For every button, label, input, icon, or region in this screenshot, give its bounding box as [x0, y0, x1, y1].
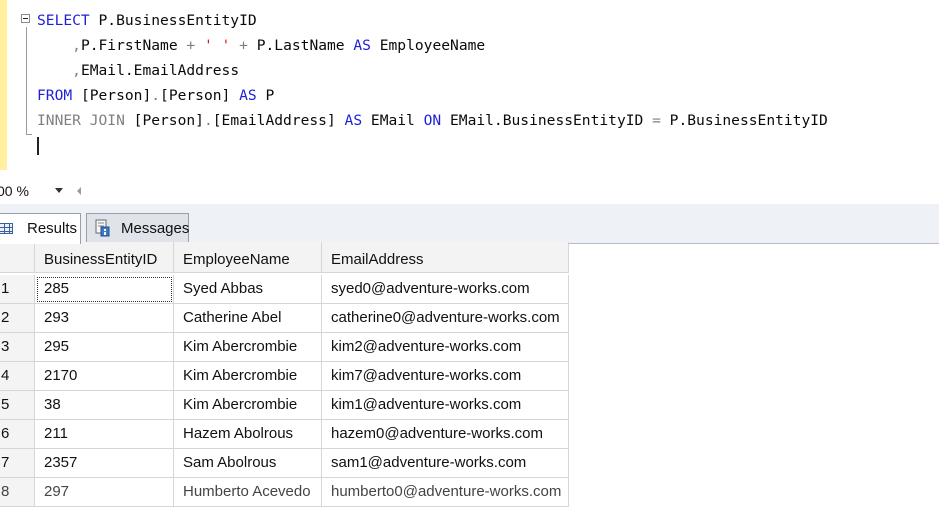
results-tab-strip: Results Messages — [0, 204, 939, 244]
cell-emailaddress[interactable]: kim1@adventure-works.com — [322, 391, 569, 420]
zoom-level[interactable]: 00 % — [0, 183, 29, 199]
grid-icon — [0, 223, 13, 234]
query-editor[interactable]: SELECT P.BusinessEntityID ,P.FirstName +… — [0, 0, 939, 178]
code-text: P.BusinessEntityID — [89, 12, 257, 29]
code-text: [Person] — [72, 87, 152, 104]
code-text: [Person] — [160, 87, 240, 104]
cell-businessentityid[interactable]: 285 — [35, 275, 174, 304]
keyword-join: INNER JOIN — [37, 112, 125, 129]
code-text: P.FirstName — [80, 37, 187, 54]
cell-businessentityid[interactable]: 2357 — [35, 449, 174, 478]
column-header-employeename[interactable]: EmployeeName — [174, 242, 322, 273]
code-line-5: INNER JOIN [Person].[EmailAddress] AS EM… — [37, 111, 828, 131]
code-text: EmployeeName — [370, 37, 486, 54]
code-text: [EmailAddress] — [212, 112, 345, 129]
code-line-4: FROM [Person].[Person] AS P — [37, 86, 274, 106]
keyword: AS — [344, 112, 363, 129]
code-text: P.BusinessEntityID — [660, 112, 828, 129]
row-number[interactable]: 1 — [0, 275, 35, 304]
cell-businessentityid[interactable]: 38 — [35, 391, 174, 420]
zoom-bar: 00 % — [0, 178, 939, 205]
collapse-toggle-icon[interactable] — [21, 14, 30, 23]
change-margin — [0, 0, 19, 170]
code-text: [Person] — [124, 112, 204, 129]
cell-emailaddress[interactable]: catherine0@adventure-works.com — [322, 304, 569, 333]
keyword: ON — [423, 112, 442, 129]
code-text: P — [256, 87, 275, 104]
cell-emailaddress[interactable]: hazem0@adventure-works.com — [322, 420, 569, 449]
cell-employeename[interactable]: Catherine Abel — [174, 304, 322, 333]
tab-results-label: Results — [27, 220, 78, 237]
operator: + — [239, 37, 248, 54]
row-number[interactable]: 2 — [0, 304, 35, 333]
code-text: P.LastName — [247, 37, 354, 54]
operator: + — [186, 37, 196, 54]
operator: , — [72, 62, 81, 79]
row-number[interactable]: 5 — [0, 391, 35, 420]
operator: , — [72, 37, 81, 54]
messages-icon — [95, 219, 110, 237]
cell-employeename[interactable]: Humberto Acevedo — [174, 478, 322, 507]
cell-employeename[interactable]: Kim Abercrombie — [174, 391, 322, 420]
tab-messages-label: Messages — [121, 220, 190, 237]
cell-businessentityid[interactable]: 2170 — [35, 362, 174, 391]
code-text: EMail.EmailAddress — [80, 62, 240, 79]
text-cursor — [37, 137, 39, 155]
zoom-dropdown-icon[interactable] — [55, 188, 63, 193]
cell-businessentityid[interactable]: 297 — [35, 478, 174, 507]
row-number[interactable]: 8 — [0, 478, 35, 507]
keyword: AS — [353, 37, 371, 54]
column-header-businessentityid[interactable]: BusinessEntityID — [35, 242, 174, 273]
cell-employeename[interactable]: Hazem Abolrous — [174, 420, 322, 449]
code-text: EMail.BusinessEntityID — [441, 112, 653, 129]
cell-emailaddress[interactable]: humberto0@adventure-works.com — [322, 478, 569, 507]
keyword: SELECT — [37, 12, 90, 29]
cell-employeename[interactable]: Kim Abercrombie — [174, 333, 322, 362]
tab-messages[interactable]: Messages — [86, 213, 189, 243]
keyword: FROM — [37, 87, 73, 104]
row-number[interactable]: 7 — [0, 449, 35, 478]
cell-emailaddress[interactable]: syed0@adventure-works.com — [322, 275, 569, 304]
cell-businessentityid[interactable]: 293 — [35, 304, 174, 333]
row-number[interactable]: 4 — [0, 362, 35, 391]
scroll-left-icon[interactable] — [77, 187, 81, 195]
code-line-2: ,P.FirstName + ' ' + P.LastName AS Emplo… — [37, 36, 485, 56]
string-literal: ' ' — [203, 37, 231, 54]
code-line-3: ,EMail.EmailAddress — [37, 61, 239, 81]
keyword: AS — [239, 87, 257, 104]
row-number[interactable]: 6 — [0, 420, 35, 449]
cell-emailaddress[interactable]: kim7@adventure-works.com — [322, 362, 569, 391]
cell-emailaddress[interactable]: kim2@adventure-works.com — [322, 333, 569, 362]
cell-employeename[interactable]: Sam Abolrous — [174, 449, 322, 478]
cell-employeename[interactable]: Syed Abbas — [174, 275, 322, 304]
outline-guide — [26, 27, 27, 135]
operator: . — [151, 87, 161, 104]
grid-corner[interactable] — [0, 242, 35, 273]
column-header-emailaddress[interactable]: EmailAddress — [322, 242, 569, 273]
outline-guide-end — [26, 134, 32, 135]
cell-employeename[interactable]: Kim Abercrombie — [174, 362, 322, 391]
code-line-1: SELECT P.BusinessEntityID — [37, 11, 257, 31]
operator: = — [652, 112, 661, 129]
row-number[interactable]: 3 — [0, 333, 35, 362]
cell-emailaddress[interactable]: sam1@adventure-works.com — [322, 449, 569, 478]
operator: . — [203, 112, 213, 129]
cell-businessentityid[interactable]: 295 — [35, 333, 174, 362]
tab-results[interactable]: Results — [0, 213, 81, 244]
cell-businessentityid[interactable]: 211 — [35, 420, 174, 449]
code-text: EMail — [362, 112, 424, 129]
